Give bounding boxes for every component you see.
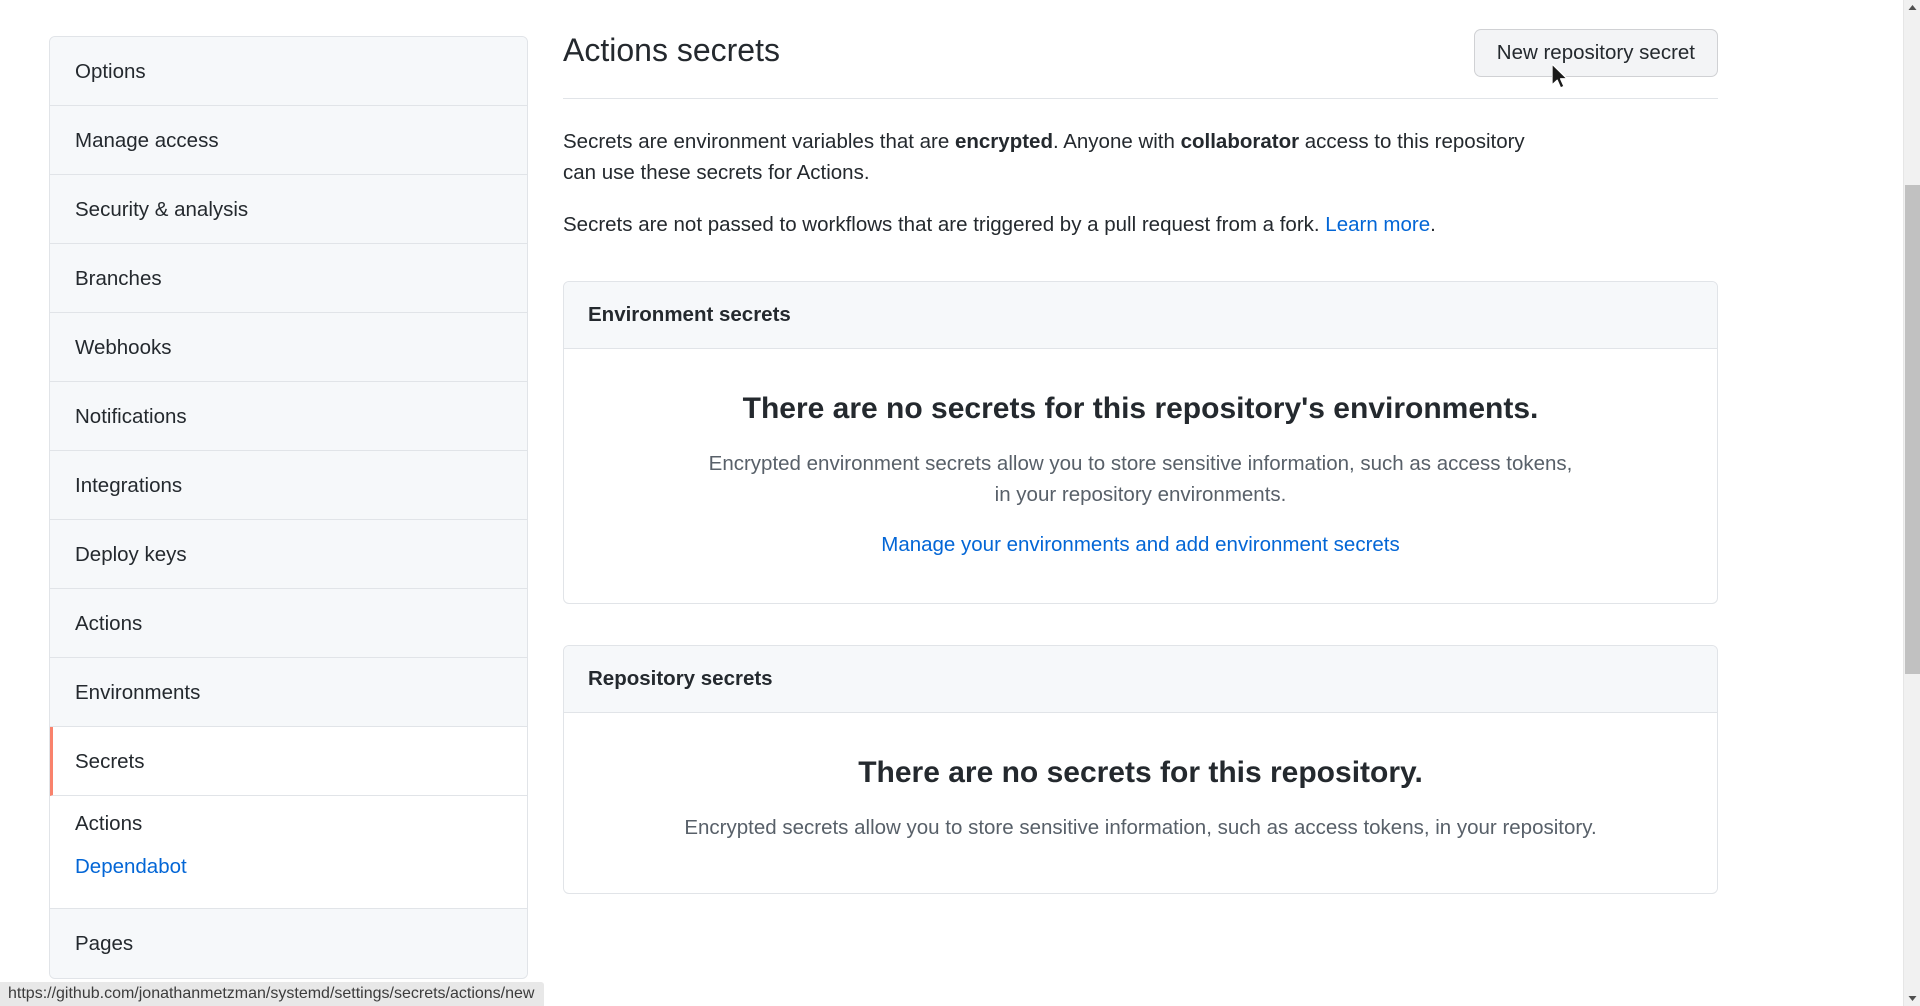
environment-secrets-blank-description: Encrypted environment secrets allow you …	[708, 452, 1573, 506]
scrollbar-up-arrow-icon[interactable]	[1904, 0, 1920, 17]
sidebar-item-label: Webhooks	[75, 336, 172, 359]
environment-secrets-body: There are no secrets for this repository…	[564, 349, 1717, 603]
sidebar-subgroup-secrets: Actions Dependabot	[50, 796, 527, 909]
secrets-description-paragraph-2: Secrets are not passed to workflows that…	[563, 209, 1563, 240]
environment-secrets-box: Environment secrets There are no secrets…	[563, 281, 1718, 604]
sidebar-item-pages[interactable]: Pages	[50, 909, 527, 978]
scrollbar-thumb[interactable]	[1905, 185, 1920, 674]
vertical-scrollbar[interactable]	[1903, 0, 1920, 1006]
sidebar-item-branches[interactable]: Branches	[50, 244, 527, 313]
sidebar-item-label: Manage access	[75, 129, 219, 152]
desc-bold-encrypted: encrypted	[954, 130, 1053, 153]
sidebar-item-actions[interactable]: Actions	[50, 589, 527, 658]
repository-secrets-blank-description: Encrypted secrets allow you to store sen…	[684, 816, 1597, 839]
sidebar-subitem-dependabot[interactable]: Dependabot	[50, 845, 527, 888]
scrollbar-down-arrow-icon[interactable]	[1904, 989, 1920, 1006]
sidebar-item-label: Secrets	[75, 750, 145, 773]
environment-secrets-blank-title: There are no secrets for this repository…	[742, 392, 1539, 425]
sidebar-subitem-label: Dependabot	[75, 855, 187, 878]
repository-secrets-box: Repository secrets There are no secrets …	[563, 645, 1718, 894]
settings-sidebar: Options Manage access Security & analysi…	[49, 36, 528, 979]
sidebar-item-deploy-keys[interactable]: Deploy keys	[50, 520, 527, 589]
sidebar-item-webhooks[interactable]: Webhooks	[50, 313, 527, 382]
desc-text-2: . Anyone with	[1052, 130, 1181, 153]
sidebar-subitem-actions[interactable]: Actions	[50, 802, 527, 845]
sidebar-item-label: Options	[75, 60, 146, 83]
sidebar-item-security-analysis[interactable]: Security & analysis	[50, 175, 527, 244]
repository-secrets-blank-title: There are no secrets for this repository…	[858, 756, 1423, 789]
sidebar-item-secrets[interactable]: Secrets	[50, 727, 527, 796]
sidebar-subitem-label: Actions	[75, 812, 143, 835]
sidebar-item-label: Notifications	[75, 405, 187, 428]
sidebar-item-notifications[interactable]: Notifications	[50, 382, 527, 451]
sidebar-item-label: Actions	[75, 612, 143, 635]
status-bar-url: https://github.com/jonathanmetzman/syste…	[0, 982, 545, 1006]
sidebar-item-manage-access[interactable]: Manage access	[50, 106, 527, 175]
main-content: Actions secrets New repository secret Se…	[563, 24, 1718, 894]
sidebar-item-label: Environments	[75, 681, 201, 704]
sidebar-item-label: Integrations	[75, 474, 183, 497]
sidebar-item-label: Branches	[75, 267, 162, 290]
desc-bold-collaborator: collaborator	[1180, 130, 1300, 153]
learn-more-link[interactable]: Learn more	[1325, 213, 1430, 236]
manage-environments-link[interactable]: Manage your environments and add environ…	[881, 533, 1400, 557]
sidebar-item-integrations[interactable]: Integrations	[50, 451, 527, 520]
sidebar-item-environments[interactable]: Environments	[50, 658, 527, 727]
page-root: Options Manage access Security & analysi…	[0, 0, 1920, 1006]
new-repository-secret-button[interactable]: New repository secret	[1473, 29, 1718, 77]
desc-text-1: Secrets are environment variables that a…	[563, 130, 955, 153]
repository-secrets-body: There are no secrets for this repository…	[564, 713, 1717, 893]
desc-period: .	[1430, 213, 1436, 236]
secrets-description-paragraph-1: Secrets are environment variables that a…	[563, 126, 1563, 188]
desc-fork-text: Secrets are not passed to workflows that…	[563, 213, 1326, 236]
sidebar-item-options[interactable]: Options	[50, 37, 527, 106]
page-header: Actions secrets New repository secret	[563, 24, 1718, 99]
environment-secrets-header: Environment secrets	[564, 282, 1717, 349]
repository-secrets-header: Repository secrets	[564, 646, 1717, 713]
sidebar-item-label: Pages	[75, 932, 134, 955]
sidebar-item-label: Security & analysis	[75, 198, 249, 221]
sidebar-item-label: Deploy keys	[75, 543, 187, 566]
